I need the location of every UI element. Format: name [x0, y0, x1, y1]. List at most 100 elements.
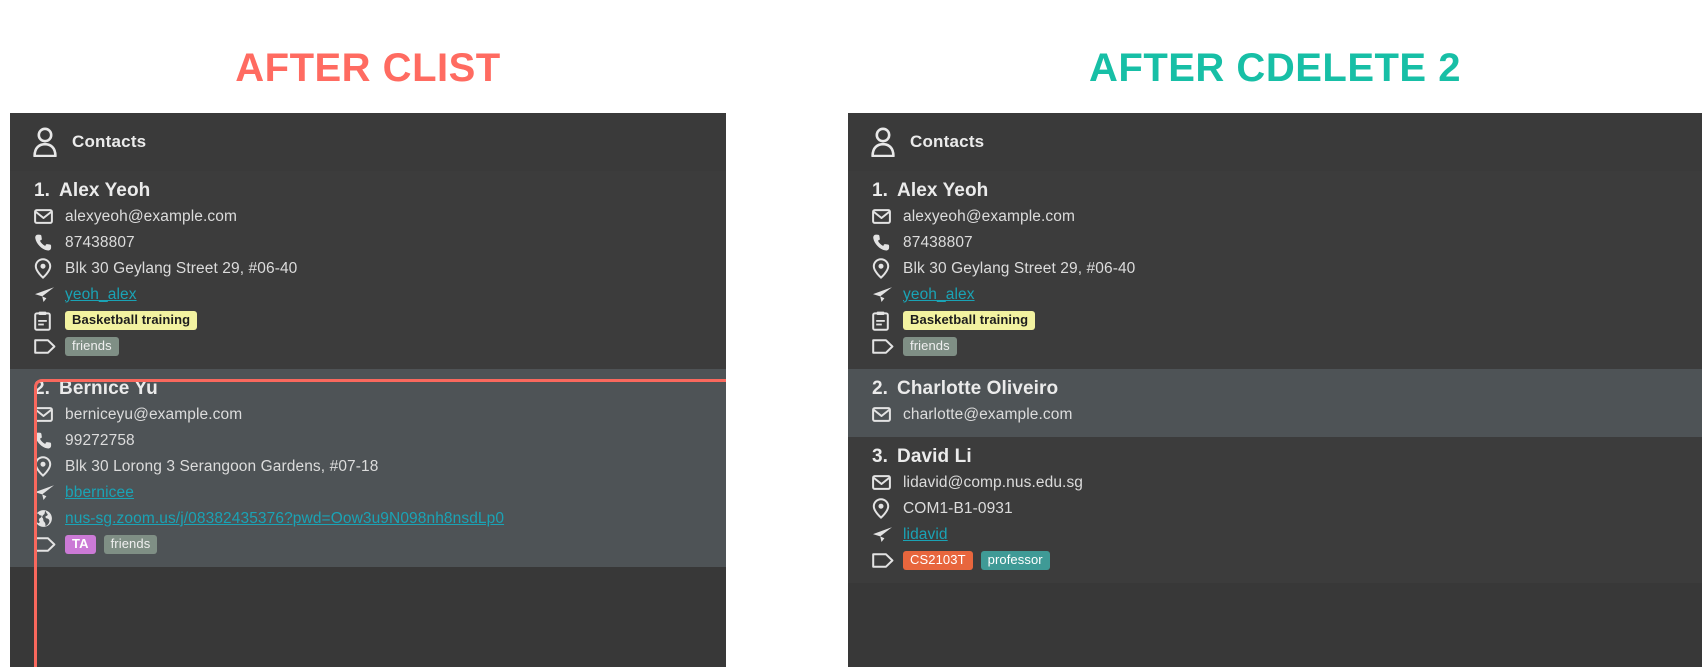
contact-index: 2. [872, 378, 889, 399]
contact-address: Blk 30 Lorong 3 Serangoon Gardens, #07-1… [65, 457, 379, 475]
contact-index: 1. [34, 180, 51, 201]
contact-phone-row: 87438807 [34, 230, 726, 255]
contacts-panel-header: Contacts [10, 113, 726, 171]
contact-tags-row: TA friends [34, 532, 726, 557]
envelope-icon [872, 209, 896, 224]
contact-name-row: 1. Alex Yeoh [872, 180, 1702, 202]
location-pin-icon [34, 456, 58, 477]
telegram-paper-plane-icon [872, 286, 896, 303]
contact-tag-chip: friends [903, 336, 957, 357]
tag-icon [872, 553, 896, 568]
contact-telegram-row[interactable]: lidavid [872, 522, 1702, 547]
phone-icon [34, 431, 58, 450]
contacts-panel-right: Contacts 1. Alex Yeoh alexyeoh@example.c… [848, 113, 1702, 667]
screenshot-root: AFTER CLIST Contacts 1. Alex Yeoh alexye… [0, 0, 1702, 667]
person-icon [32, 127, 58, 157]
contact-email-row: lidavid@comp.nus.edu.sg [872, 470, 1702, 495]
contact-telegram-link[interactable]: bbernicee [65, 484, 134, 502]
contact-phone: 87438807 [65, 233, 135, 251]
telegram-paper-plane-icon [34, 484, 58, 501]
contact-name: Alex Yeoh [897, 180, 989, 201]
contact-name: Bernice Yu [59, 378, 158, 399]
contact-tag-chip: professor [980, 550, 1050, 571]
tag-icon [872, 339, 896, 354]
contact-note-chip: Basketball training [903, 310, 1036, 331]
contact-url-row[interactable]: nus-sg.zoom.us/j/08382435376?pwd=Oow3u9N… [34, 506, 726, 531]
contact-url-link[interactable]: nus-sg.zoom.us/j/08382435376?pwd=Oow3u9N… [65, 510, 504, 528]
envelope-icon [34, 407, 58, 422]
phone-icon [872, 233, 896, 252]
contact-note-chip: Basketball training [65, 310, 198, 331]
contact-email: berniceyu@example.com [65, 405, 243, 423]
envelope-icon [34, 209, 58, 224]
contact-card[interactable]: 1. Alex Yeoh alexyeoh@example.com 874388… [10, 171, 726, 369]
contact-tag-chip: friends [103, 534, 158, 555]
telegram-paper-plane-icon [872, 526, 896, 543]
person-icon [870, 127, 896, 157]
contact-email: charlotte@example.com [903, 405, 1073, 423]
contact-tag-chip: CS2103T [903, 550, 973, 571]
contact-email: alexyeoh@example.com [65, 207, 237, 225]
contact-telegram-row[interactable]: bbernicee [34, 480, 726, 505]
contact-telegram-link[interactable]: yeoh_alex [65, 286, 137, 304]
location-pin-icon [34, 258, 58, 279]
contact-tags-row: friends [872, 334, 1702, 359]
contact-name-row: 1. Alex Yeoh [34, 180, 726, 202]
contact-tag-chip: TA [65, 534, 96, 555]
contact-list-left: 1. Alex Yeoh alexyeoh@example.com 874388… [10, 171, 726, 567]
location-pin-icon [872, 258, 896, 279]
globe-icon [34, 509, 58, 528]
contact-phone-row: 87438807 [872, 230, 1702, 255]
contact-email: lidavid@comp.nus.edu.sg [903, 473, 1084, 491]
panel-heading-after-clist: AFTER CLIST [235, 46, 501, 90]
contact-name-row: 3. David Li [872, 446, 1702, 468]
contact-phone: 87438807 [903, 233, 973, 251]
contact-index: 3. [872, 446, 889, 467]
contact-email-row: alexyeoh@example.com [872, 204, 1702, 229]
contact-card[interactable]: 1. Alex Yeoh alexyeoh@example.com 874388… [848, 171, 1702, 369]
contact-name-row: 2. Charlotte Oliveiro [872, 378, 1702, 400]
contact-telegram-row[interactable]: yeoh_alex [34, 282, 726, 307]
contact-card[interactable]: 3. David Li lidavid@comp.nus.edu.sg COM1… [848, 437, 1702, 583]
contact-note-row: Basketball training [872, 308, 1702, 333]
contact-address-row: Blk 30 Geylang Street 29, #06-40 [34, 256, 726, 281]
contact-telegram-link[interactable]: lidavid [903, 526, 948, 544]
contact-email-row: berniceyu@example.com [34, 402, 726, 427]
contact-telegram-link[interactable]: yeoh_alex [903, 286, 975, 304]
contacts-panel-left: Contacts 1. Alex Yeoh alexyeoh@example.c… [10, 113, 726, 667]
contact-address: COM1-B1-0931 [903, 499, 1013, 517]
clipboard-note-icon [872, 311, 896, 331]
tag-icon [34, 537, 58, 552]
contact-phone-row: 99272758 [34, 428, 726, 453]
contact-name: Charlotte Oliveiro [897, 378, 1059, 399]
contact-address-row: Blk 30 Lorong 3 Serangoon Gardens, #07-1… [34, 454, 726, 479]
contact-address: Blk 30 Geylang Street 29, #06-40 [65, 259, 298, 277]
contact-phone: 99272758 [65, 431, 135, 449]
contact-card[interactable]: 2. Charlotte Oliveiro charlotte@example.… [848, 369, 1702, 437]
tag-icon [34, 339, 58, 354]
contact-email-row: charlotte@example.com [872, 402, 1702, 427]
envelope-icon [872, 407, 896, 422]
contact-email-row: alexyeoh@example.com [34, 204, 726, 229]
contact-tag-chip: friends [65, 336, 119, 357]
panel-heading-after-cdelete: AFTER CDELETE 2 [1089, 46, 1461, 90]
contacts-panel-header: Contacts [848, 113, 1702, 171]
envelope-icon [872, 475, 896, 490]
contact-tags-row: CS2103T professor [872, 548, 1702, 573]
contact-note-row: Basketball training [34, 308, 726, 333]
contact-address-row: COM1-B1-0931 [872, 496, 1702, 521]
location-pin-icon [872, 498, 896, 519]
telegram-paper-plane-icon [34, 286, 58, 303]
contact-index: 2. [34, 378, 51, 399]
contact-tags-row: friends [34, 334, 726, 359]
contact-email: alexyeoh@example.com [903, 207, 1075, 225]
contact-card[interactable]: 2. Bernice Yu berniceyu@example.com 9927… [10, 369, 726, 567]
contact-name: Alex Yeoh [59, 180, 151, 201]
contacts-panel-title: Contacts [72, 132, 147, 151]
contact-list-right: 1. Alex Yeoh alexyeoh@example.com 874388… [848, 171, 1702, 583]
contact-telegram-row[interactable]: yeoh_alex [872, 282, 1702, 307]
contacts-panel-title: Contacts [910, 132, 985, 151]
contact-address-row: Blk 30 Geylang Street 29, #06-40 [872, 256, 1702, 281]
clipboard-note-icon [34, 311, 58, 331]
contact-index: 1. [872, 180, 889, 201]
